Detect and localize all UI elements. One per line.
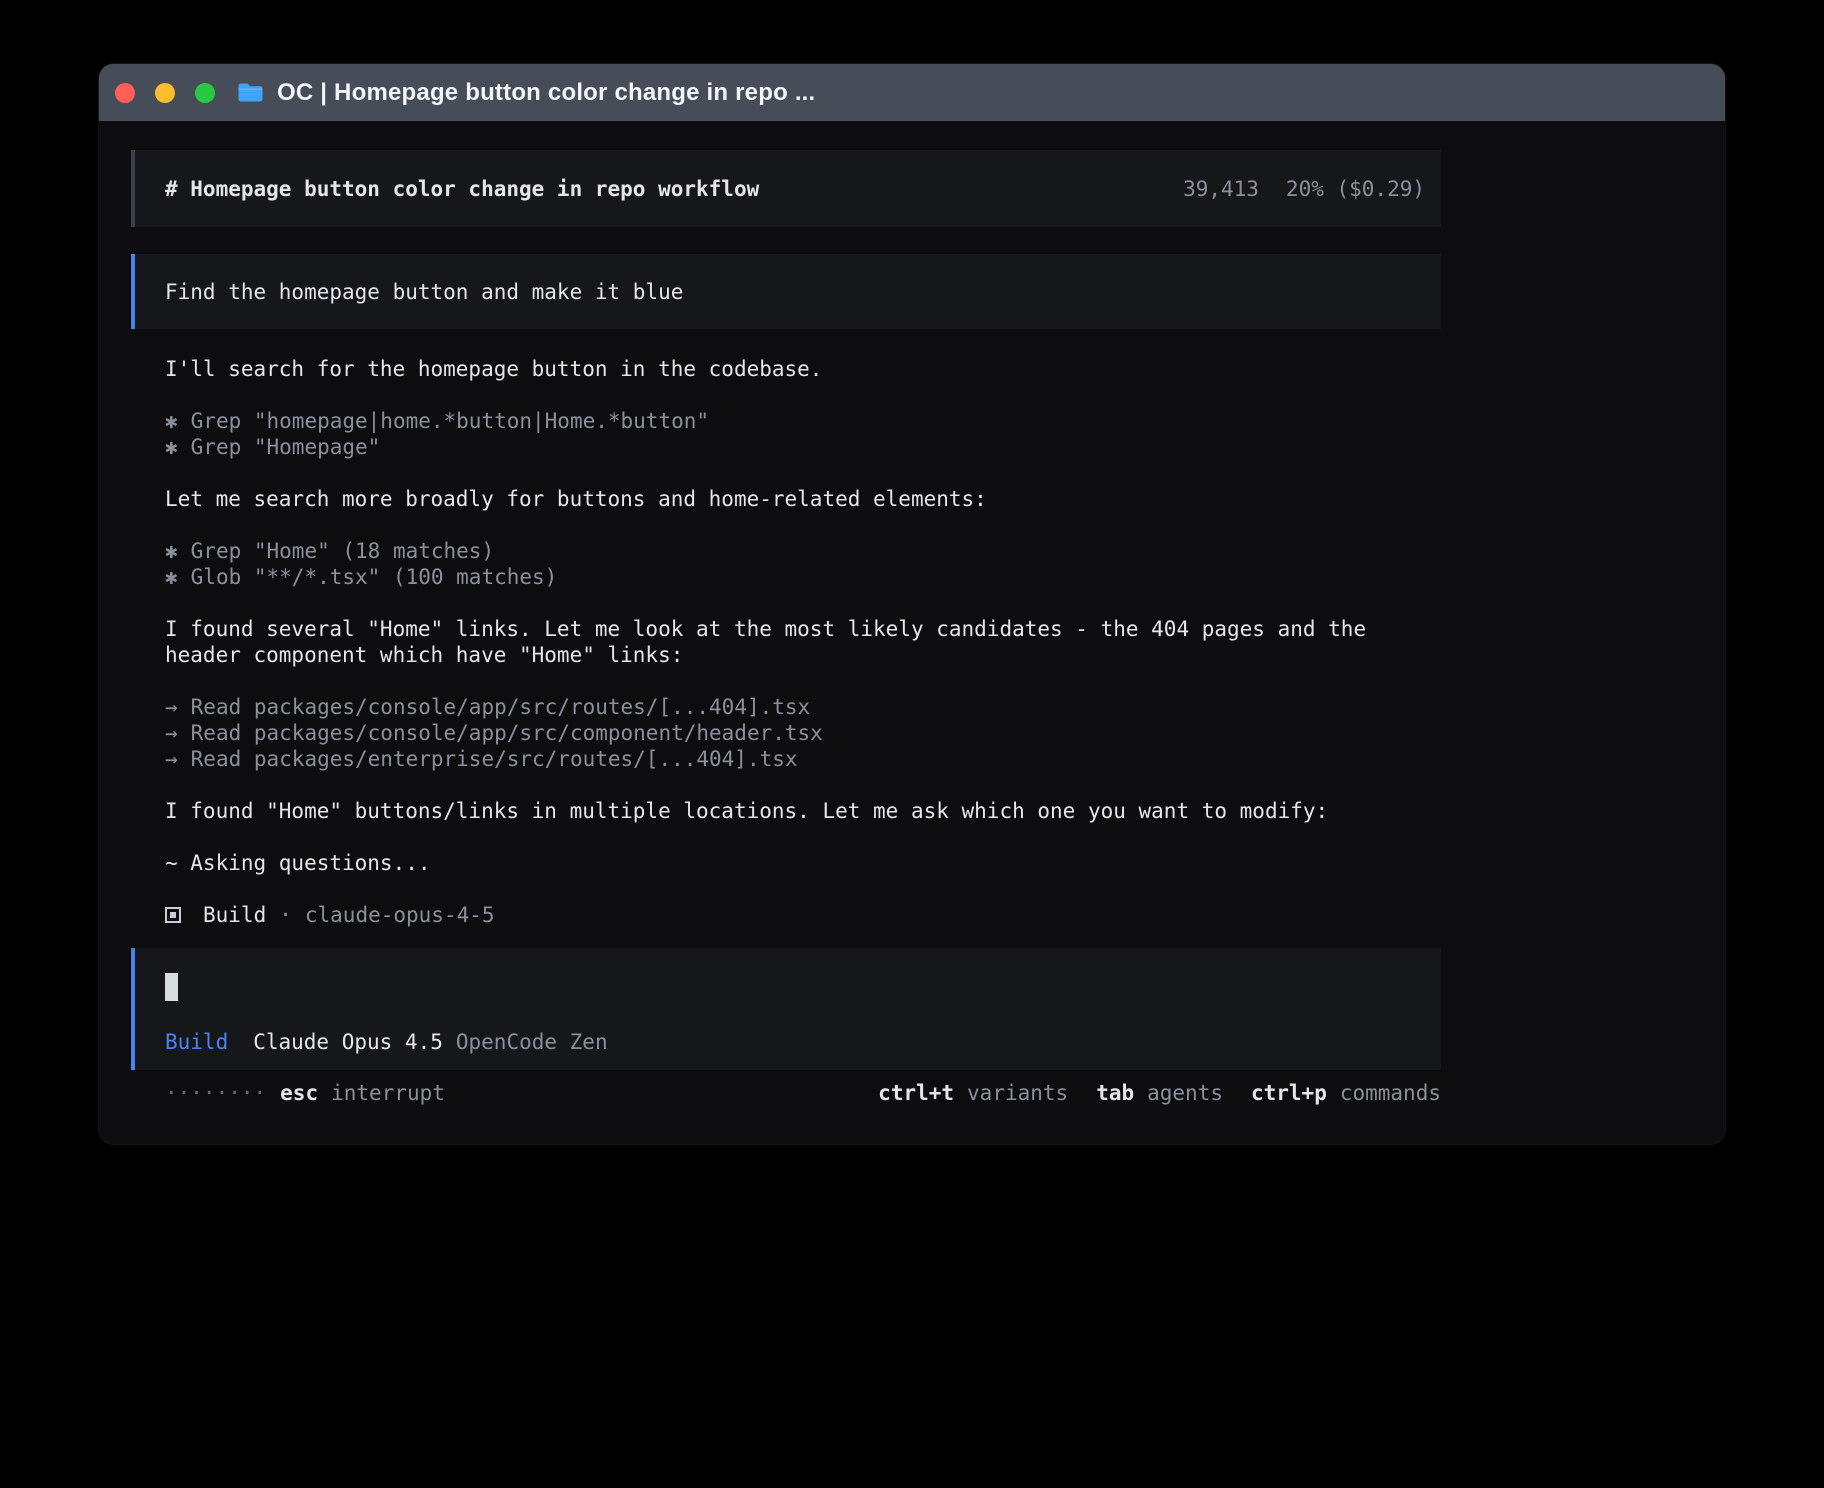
agent-model: claude-opus-4-5 [305, 902, 495, 928]
agent-name: Build [203, 902, 266, 928]
minimize-button[interactable] [155, 83, 175, 103]
input-statusline: Build Claude Opus 4.5 OpenCode Zen [165, 1029, 1411, 1055]
shortcut-commands: ctrl+p commands [1251, 1080, 1441, 1106]
arrow-right-icon: → [165, 746, 178, 772]
tool-call-text: Read packages/enterprise/src/routes/[...… [191, 747, 798, 771]
terminal-window: OC | Homepage button color change in rep… [99, 64, 1725, 1144]
traffic-lights [115, 83, 215, 103]
shortcut-label: agents [1147, 1080, 1223, 1106]
shortcut-label: variants [967, 1080, 1068, 1106]
tool-call-glob: ✱ Glob "**/*.tsx" (100 matches) [165, 564, 1441, 590]
shortcut-variants: ctrl+t variants [878, 1080, 1068, 1106]
agent-square-icon [165, 907, 181, 923]
asterisk-icon: ✱ [165, 434, 178, 460]
terminal-body: # Homepage button color change in repo w… [99, 121, 1725, 1106]
session-stats: 39,413 20% ($0.29) [1057, 150, 1425, 228]
spinner-dots: ········ [165, 1080, 266, 1106]
close-button[interactable] [115, 83, 135, 103]
user-message: Find the homepage button and make it blu… [131, 254, 1441, 329]
agent-status-line: Build · claude-opus-4-5 [165, 902, 1441, 928]
shortcut-key: tab [1096, 1080, 1134, 1106]
assistant-text: I found "Home" buttons/links in multiple… [165, 798, 1441, 824]
esc-key-label: interrupt [331, 1080, 445, 1106]
shortcut-agents: tab agents [1096, 1080, 1223, 1106]
asterisk-icon: ✱ [165, 408, 178, 434]
tool-call-text: Grep "Homepage" [191, 435, 381, 459]
model-label: Claude Opus 4.5 [253, 1029, 443, 1055]
user-message-text: Find the homepage button and make it blu… [165, 279, 683, 305]
shortcut-key: ctrl+p [1251, 1080, 1327, 1106]
assistant-text: I'll search for the homepage button in t… [165, 356, 1441, 382]
arrow-right-icon: → [165, 694, 178, 720]
tool-call-grep: ✱ Grep "Home" (18 matches) [165, 538, 1441, 564]
window-title: OC | Homepage button color change in rep… [277, 79, 815, 107]
prompt-input[interactable]: Build Claude Opus 4.5 OpenCode Zen [131, 948, 1441, 1070]
shortcut-hints: ctrl+t variants tab agents ctrl+p commands [850, 1080, 1441, 1106]
status-text: ~ Asking questions... [165, 850, 1441, 876]
tool-call-grep: ✱ Grep "Homepage" [165, 434, 1441, 460]
shortcut-label: commands [1340, 1080, 1441, 1106]
provider-label: OpenCode Zen [456, 1029, 608, 1055]
context-cost: 20% ($0.29) [1286, 177, 1425, 201]
tool-call-text: Glob "**/*.tsx" (100 matches) [191, 565, 558, 589]
tool-call-text: Grep "homepage|home.*button|Home.*button… [191, 409, 709, 433]
text-cursor [165, 973, 178, 1001]
tool-call-text: Read packages/console/app/src/component/… [191, 721, 823, 745]
assistant-text: Let me search more broadly for buttons a… [165, 486, 1441, 512]
dot-separator: · [279, 902, 292, 928]
tool-call-read: → Read packages/console/app/src/routes/[.… [165, 694, 1441, 720]
folder-icon [237, 82, 264, 103]
tool-call-text: Read packages/console/app/src/routes/[..… [191, 695, 811, 719]
asterisk-icon: ✱ [165, 538, 178, 564]
token-count: 39,413 [1183, 177, 1259, 201]
status-bar: ········ esc interrupt ctrl+t variants ta… [131, 1080, 1441, 1106]
session-title: # Homepage button color change in repo w… [165, 176, 759, 202]
zoom-button[interactable] [195, 83, 215, 103]
assistant-text: header component which have "Home" links… [165, 642, 1441, 668]
window-titlebar[interactable]: OC | Homepage button color change in rep… [99, 64, 1725, 121]
tool-call-read: → Read packages/console/app/src/component… [165, 720, 1441, 746]
arrow-right-icon: → [165, 720, 178, 746]
agent-mode-label: Build [165, 1029, 228, 1055]
session-header: # Homepage button color change in repo w… [131, 150, 1441, 227]
tool-call-text: Grep "Home" (18 matches) [191, 539, 494, 563]
asterisk-icon: ✱ [165, 564, 178, 590]
tool-call-grep: ✱ Grep "homepage|home.*button|Home.*butto… [165, 408, 1441, 434]
shortcut-key: ctrl+t [878, 1080, 954, 1106]
tool-call-read: → Read packages/enterprise/src/routes/[..… [165, 746, 1441, 772]
assistant-response: I'll search for the homepage button in t… [131, 356, 1441, 928]
esc-key-hint: esc [280, 1080, 318, 1106]
assistant-text: I found several "Home" links. Let me loo… [165, 616, 1441, 642]
